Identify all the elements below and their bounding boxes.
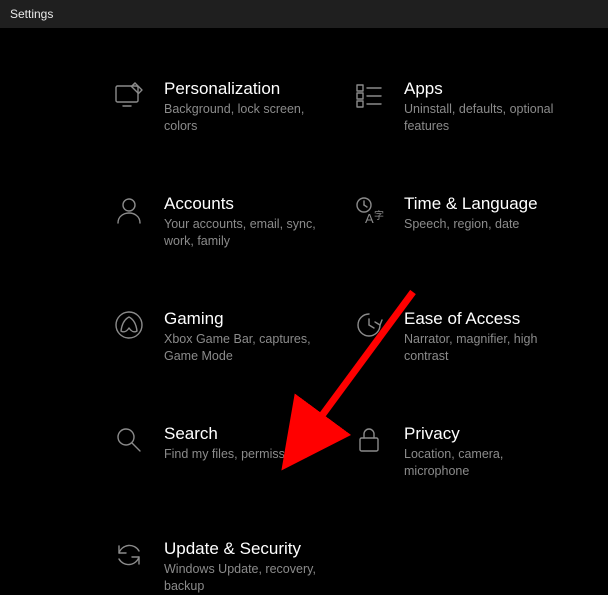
tile-description: Xbox Game Bar, captures, Game Mode — [164, 331, 328, 365]
tile-ease-of-access[interactable]: Ease of Access Narrator, magnifier, high… — [352, 308, 568, 365]
settings-categories: Personalization Background, lock screen,… — [0, 28, 608, 595]
update-security-icon — [112, 538, 146, 572]
tile-description: Speech, region, date — [404, 216, 538, 233]
tile-title: Accounts — [164, 193, 328, 214]
svg-text:A: A — [365, 211, 374, 226]
time-language-icon: A 字 — [352, 193, 386, 227]
tile-description: Narrator, magnifier, high contrast — [404, 331, 568, 365]
tile-description: Background, lock screen, colors — [164, 101, 328, 135]
accounts-icon — [112, 193, 146, 227]
window-title: Settings — [10, 7, 53, 21]
personalization-icon — [112, 78, 146, 112]
tile-apps[interactable]: Apps Uninstall, defaults, optional featu… — [352, 78, 568, 135]
tile-description: Your accounts, email, sync, work, family — [164, 216, 328, 250]
ease-of-access-icon — [352, 308, 386, 342]
tile-time-language[interactable]: A 字 Time & Language Speech, region, date — [352, 193, 568, 250]
tile-title: Personalization — [164, 78, 328, 99]
tile-description: Find my files, permissions — [164, 446, 308, 463]
tile-title: Ease of Access — [404, 308, 568, 329]
tile-search[interactable]: Search Find my files, permissions — [112, 423, 328, 480]
tile-title: Gaming — [164, 308, 328, 329]
tile-title: Apps — [404, 78, 568, 99]
tile-title: Time & Language — [404, 193, 538, 214]
titlebar: Settings — [0, 0, 608, 28]
tile-gaming[interactable]: Gaming Xbox Game Bar, captures, Game Mod… — [112, 308, 328, 365]
tile-description: Windows Update, recovery, backup — [164, 561, 328, 595]
tile-title: Search — [164, 423, 308, 444]
gaming-icon — [112, 308, 146, 342]
apps-icon — [352, 78, 386, 112]
svg-text:字: 字 — [374, 209, 384, 222]
tile-accounts[interactable]: Accounts Your accounts, email, sync, wor… — [112, 193, 328, 250]
search-icon — [112, 423, 146, 457]
privacy-icon — [352, 423, 386, 457]
tile-title: Update & Security — [164, 538, 328, 559]
tile-update-security[interactable]: Update & Security Windows Update, recove… — [112, 538, 328, 595]
tile-personalization[interactable]: Personalization Background, lock screen,… — [112, 78, 328, 135]
tile-title: Privacy — [404, 423, 568, 444]
tile-description: Location, camera, microphone — [404, 446, 568, 480]
tile-privacy[interactable]: Privacy Location, camera, microphone — [352, 423, 568, 480]
tile-description: Uninstall, defaults, optional features — [404, 101, 568, 135]
